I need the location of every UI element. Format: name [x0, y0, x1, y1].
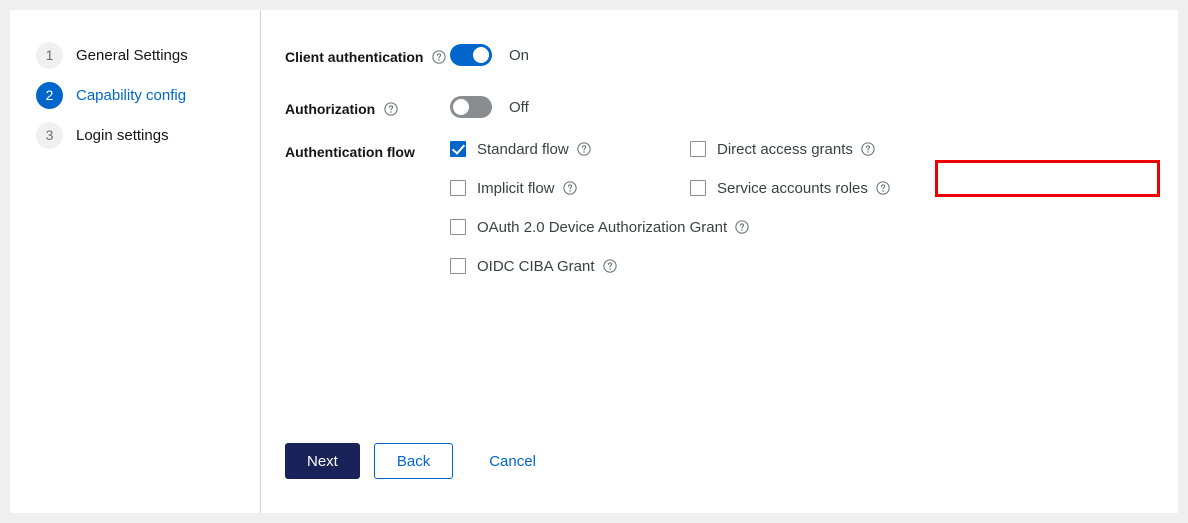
checkbox-input[interactable]: [450, 141, 466, 157]
checkbox-label-text: Standard flow: [477, 141, 569, 158]
checkbox-label: Service accounts roles: [717, 180, 890, 197]
help-circle-icon[interactable]: [735, 220, 749, 234]
step-label: Login settings: [76, 127, 169, 144]
wizard-card: 1 General Settings 2 Capability config 3…: [10, 10, 1178, 513]
help-circle-icon[interactable]: [603, 259, 617, 273]
step-number-badge: 1: [36, 42, 63, 69]
checkbox-input[interactable]: [450, 258, 466, 274]
authorization-label: Authorization: [285, 88, 450, 119]
checkbox-label: OAuth 2.0 Device Authorization Grant: [477, 219, 749, 236]
next-button[interactable]: Next: [285, 443, 360, 479]
checkbox-oidc-ciba-grant[interactable]: OIDC CIBA Grant: [450, 251, 617, 281]
step-number-badge: 3: [36, 122, 63, 149]
checkbox-standard-flow[interactable]: Standard flow: [450, 134, 690, 164]
field-client-authentication: Client authentication On: [285, 36, 1178, 88]
checkbox-label-text: Service accounts roles: [717, 180, 868, 197]
help-circle-icon[interactable]: [861, 142, 875, 156]
checkbox-row: Standard flow: [450, 134, 1178, 173]
checkbox-input[interactable]: [450, 180, 466, 196]
checkbox-column-right: Direct access grants: [690, 134, 930, 164]
field-authorization: Authorization Off: [285, 88, 1178, 134]
checkbox-label-text: OAuth 2.0 Device Authorization Grant: [477, 219, 727, 236]
checkbox-label: OIDC CIBA Grant: [477, 258, 617, 275]
client-authentication-state: On: [509, 47, 529, 64]
checkbox-column-left: Implicit flow: [450, 173, 690, 203]
checkbox-label: Standard flow: [477, 141, 591, 158]
checkbox-oauth-device-authorization-grant[interactable]: OAuth 2.0 Device Authorization Grant: [450, 212, 749, 242]
label-text: Client authentication: [285, 49, 423, 65]
field-authentication-flow: Authentication flow Standard flow: [285, 134, 1178, 290]
checkbox-implicit-flow[interactable]: Implicit flow: [450, 173, 690, 203]
checkbox-row: Implicit flow: [450, 173, 1178, 212]
checkbox-service-accounts-roles[interactable]: Service accounts roles: [690, 173, 930, 203]
authorization-state: Off: [509, 99, 529, 116]
client-authentication-label: Client authentication: [285, 36, 450, 67]
checkbox-label-text: Direct access grants: [717, 141, 853, 158]
authorization-switch-wrap: Off: [450, 88, 529, 118]
checkbox-label-text: OIDC CIBA Grant: [477, 258, 595, 275]
client-authentication-switch-wrap: On: [450, 36, 529, 66]
help-circle-icon[interactable]: [432, 50, 446, 64]
wizard-step-general-settings[interactable]: 1 General Settings: [10, 35, 260, 75]
checkbox-label: Implicit flow: [477, 180, 577, 197]
toggle-knob: [473, 47, 489, 63]
authorization-toggle[interactable]: [450, 96, 492, 118]
capability-config-form: Client authentication On Authori: [261, 10, 1178, 513]
back-button[interactable]: Back: [374, 443, 453, 479]
checkbox-label-text: Implicit flow: [477, 180, 555, 197]
wizard-nav: 1 General Settings 2 Capability config 3…: [10, 10, 261, 513]
checkbox-direct-access-grants[interactable]: Direct access grants: [690, 134, 930, 164]
wizard-step-login-settings[interactable]: 3 Login settings: [10, 115, 260, 155]
step-label: General Settings: [76, 47, 188, 64]
label-text: Authorization: [285, 101, 375, 117]
help-circle-icon[interactable]: [577, 142, 591, 156]
toggle-knob: [453, 99, 469, 115]
authentication-flow-options: Standard flow: [450, 134, 1178, 290]
checkbox-input[interactable]: [690, 180, 706, 196]
cancel-button[interactable]: Cancel: [479, 443, 546, 479]
checkbox-input[interactable]: [690, 141, 706, 157]
checkbox-label: Direct access grants: [717, 141, 875, 158]
step-label: Capability config: [76, 87, 186, 104]
help-circle-icon[interactable]: [876, 181, 890, 195]
checkbox-row: OIDC CIBA Grant: [450, 251, 1178, 290]
checkbox-column-left: Standard flow: [450, 134, 690, 164]
wizard-step-capability-config[interactable]: 2 Capability config: [10, 75, 260, 115]
authentication-flow-label: Authentication flow: [285, 134, 450, 160]
checkbox-column-right: Service accounts roles: [690, 173, 930, 203]
step-number-badge: 2: [36, 82, 63, 109]
checkbox-row: OAuth 2.0 Device Authorization Grant: [450, 212, 1178, 251]
help-circle-icon[interactable]: [384, 102, 398, 116]
wizard-footer: Next Back Cancel: [285, 443, 546, 479]
help-circle-icon[interactable]: [563, 181, 577, 195]
checkbox-input[interactable]: [450, 219, 466, 235]
client-authentication-toggle[interactable]: [450, 44, 492, 66]
